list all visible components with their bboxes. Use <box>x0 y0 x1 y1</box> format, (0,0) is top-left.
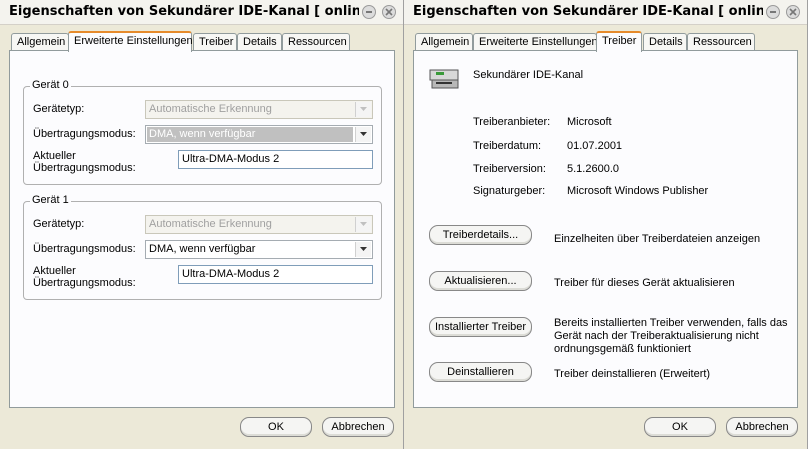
close-button[interactable] <box>786 5 800 19</box>
help-button[interactable] <box>362 5 376 19</box>
tab-panel: Sekundärer IDE-Kanal Treiberanbieter: Mi… <box>413 50 798 408</box>
title-bar: Eigenschaften von Sekundärer IDE-Kanal [… <box>0 0 403 25</box>
group-legend: Gerät 0 <box>30 79 71 91</box>
device1-group: Gerät 1 Gerätetyp: Automatische Erkennun… <box>23 194 382 300</box>
tab-ressourcen[interactable]: Ressourcen <box>687 33 755 51</box>
action-description: Treiber für dieses Gerät aktualisieren <box>554 277 735 289</box>
info-label: Treiberversion: <box>473 163 546 175</box>
device-type-select[interactable]: Automatische Erkennung <box>145 215 373 234</box>
update-driver-button[interactable]: Aktualisieren... <box>429 271 532 291</box>
info-value: 5.1.2600.0 <box>567 163 619 175</box>
transfer-mode-label: Übertragungsmodus: <box>33 243 136 255</box>
help-button[interactable] <box>766 5 780 19</box>
chevron-down-icon[interactable] <box>355 242 371 257</box>
group-legend: Gerät 1 <box>30 194 71 206</box>
tab-treiber[interactable]: Treiber <box>596 31 642 52</box>
minus-icon <box>366 11 372 13</box>
info-label: Treiberanbieter: <box>473 116 551 128</box>
ide-controller-icon <box>429 69 459 89</box>
title-bar: Eigenschaften von Sekundärer IDE-Kanal [… <box>404 0 807 25</box>
action-description: ordnungsgemäß funktioniert <box>554 343 691 355</box>
tab-erweiterte-einstellungen[interactable]: Erweiterte Einstellungen <box>68 31 193 52</box>
current-mode-label: Aktueller <box>33 150 76 162</box>
tab-ressourcen[interactable]: Ressourcen <box>282 33 350 51</box>
action-description: Treiber deinstallieren (Erweitert) <box>554 368 711 380</box>
window-title: Eigenschaften von Sekundärer IDE-Kanal [… <box>413 4 763 19</box>
info-label: Treiberdatum: <box>473 140 542 152</box>
info-value: Microsoft <box>567 116 612 128</box>
chevron-down-icon <box>355 217 371 232</box>
current-mode-field[interactable]: Ultra-DMA-Modus 2 <box>178 265 373 284</box>
uninstall-button[interactable]: Deinstallieren <box>429 362 532 382</box>
current-mode-field[interactable]: Ultra-DMA-Modus 2 <box>178 150 373 169</box>
action-description: Gerät nach der Treiberaktualisierung nic… <box>554 330 759 342</box>
device-type-value: Automatische Erkennung <box>149 103 272 115</box>
tab-allgemein[interactable]: Allgemein <box>415 33 473 51</box>
left-dialog: Eigenschaften von Sekundärer IDE-Kanal [… <box>0 0 404 449</box>
info-label: Signaturgeber: <box>473 185 546 197</box>
transfer-mode-value: DMA, wenn verfügbar <box>149 243 256 255</box>
transfer-mode-select[interactable]: DMA, wenn verfügbar <box>145 240 373 259</box>
close-button[interactable] <box>382 5 396 19</box>
device-type-select[interactable]: Automatische Erkennung <box>145 100 373 119</box>
device-name: Sekundärer IDE-Kanal <box>473 69 584 81</box>
action-description: Einzelheiten über Treiberdateien anzeige… <box>554 233 761 245</box>
driver-details-button[interactable]: Treiberdetails... <box>429 225 532 245</box>
cancel-button[interactable]: Abbrechen <box>726 417 798 437</box>
action-description: Bereits installierten Treiber verwenden,… <box>554 317 788 329</box>
ok-button[interactable]: OK <box>240 417 312 437</box>
tab-panel: Gerät 0 Gerätetyp: Automatische Erkennun… <box>9 50 395 408</box>
minus-icon <box>770 11 776 13</box>
device0-group: Gerät 0 Gerätetyp: Automatische Erkennun… <box>23 79 382 185</box>
device-type-label: Gerätetyp: <box>33 218 85 230</box>
window-title: Eigenschaften von Sekundärer IDE-Kanal [… <box>9 4 359 19</box>
close-icon <box>789 8 797 16</box>
transfer-mode-select[interactable]: DMA, wenn verfügbar <box>145 125 373 144</box>
tab-allgemein[interactable]: Allgemein <box>11 33 69 51</box>
current-mode-label: Aktueller <box>33 265 76 277</box>
current-mode-label-2: Übertragungsmodus: <box>33 277 136 289</box>
chevron-down-icon <box>355 102 371 117</box>
rollback-driver-button[interactable]: Installierter Treiber <box>429 317 532 337</box>
transfer-mode-value: DMA, wenn verfügbar <box>147 127 353 142</box>
ok-button[interactable]: OK <box>644 417 716 437</box>
cancel-button[interactable]: Abbrechen <box>322 417 394 437</box>
tab-erweiterte-einstellungen[interactable]: Erweiterte Einstellungen <box>473 33 598 51</box>
current-mode-label-2: Übertragungsmodus: <box>33 162 136 174</box>
device-type-value: Automatische Erkennung <box>149 218 272 230</box>
right-dialog: Eigenschaften von Sekundärer IDE-Kanal [… <box>404 0 808 449</box>
device-type-label: Gerätetyp: <box>33 103 85 115</box>
tab-treiber[interactable]: Treiber <box>193 33 237 51</box>
info-value: 01.07.2001 <box>567 140 623 152</box>
close-icon <box>385 8 393 16</box>
tab-details[interactable]: Details <box>643 33 687 51</box>
chevron-down-icon[interactable] <box>355 127 371 142</box>
info-value: Microsoft Windows Publisher <box>567 185 709 197</box>
transfer-mode-label: Übertragungsmodus: <box>33 128 136 140</box>
tab-details[interactable]: Details <box>237 33 282 51</box>
